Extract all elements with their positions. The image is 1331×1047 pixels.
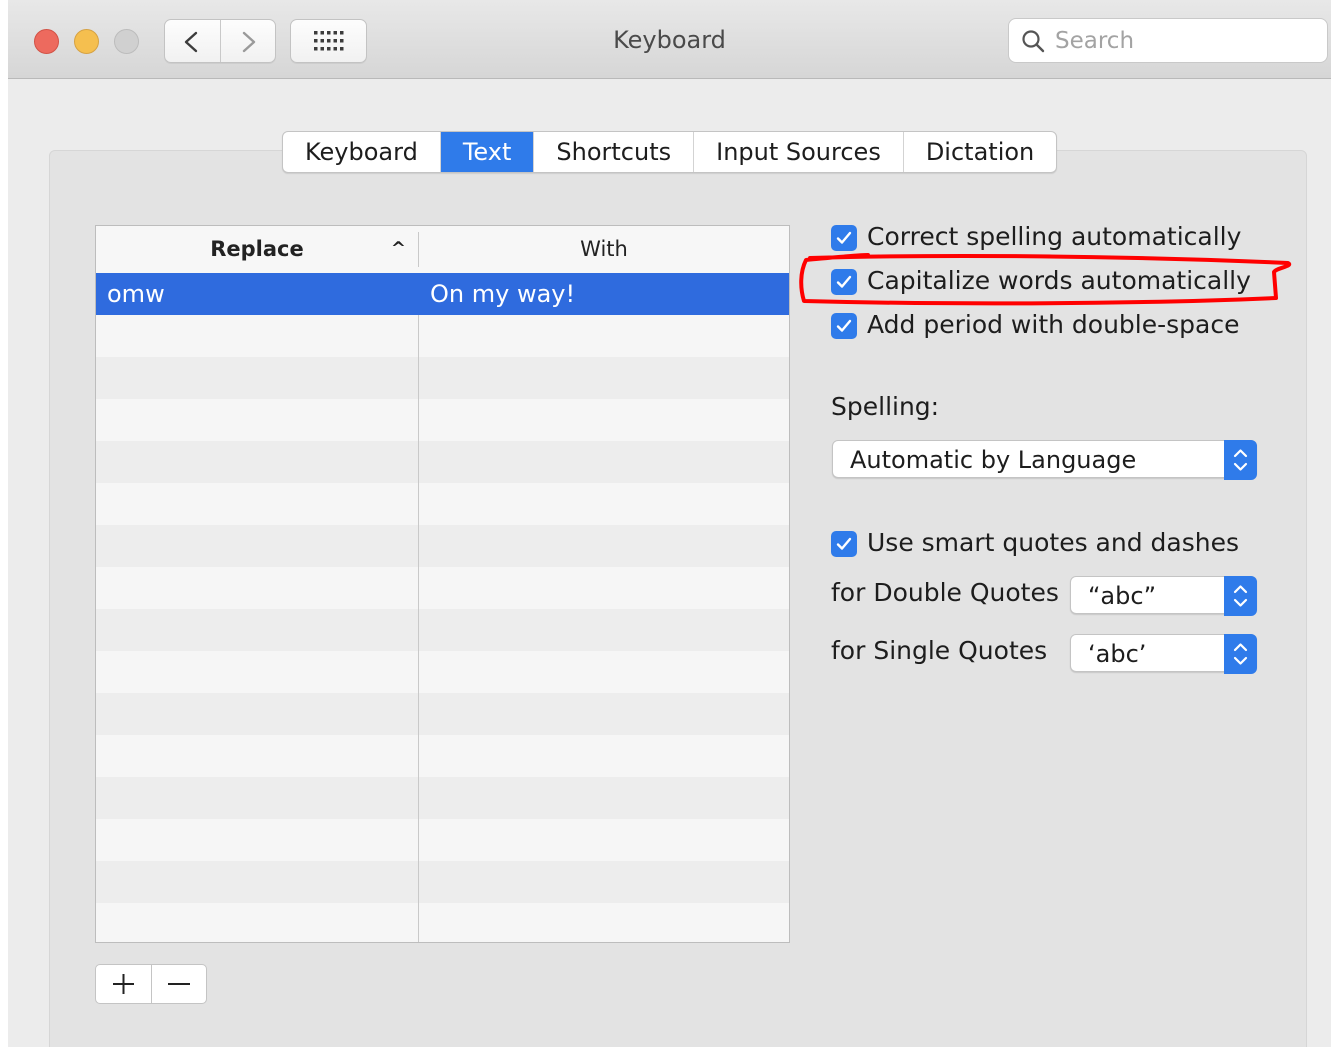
spelling-label: Spelling: [831,392,940,421]
single-quotes-popup[interactable]: ‘abc’ [1070,634,1257,674]
single-quotes-label: for Single Quotes [831,636,1048,665]
double-quotes-popup[interactable]: “abc” [1070,576,1257,616]
replace-cell: omw [107,280,165,308]
replace-column-header[interactable]: Replace ^ [96,226,418,273]
red-highlight-annotation [799,253,1292,306]
smart-quotes-checkbox[interactable] [831,531,857,557]
tab-input-sources[interactable]: Input Sources [694,132,904,172]
correct-spelling-checkbox[interactable] [831,225,857,251]
keyboard-preferences-window: Keyboard Keyboard Text Shortcuts Input S… [8,0,1331,1047]
add-remove-control [95,964,207,1004]
tab-bar: Keyboard Text Shortcuts Input Sources Di… [282,131,1058,173]
checkmark-icon [836,537,852,550]
with-cell: On my way! [430,280,576,308]
table-row[interactable]: omw On my way! [96,273,789,315]
tab-dictation[interactable]: Dictation [904,132,1056,172]
popup-arrows-icon [1224,440,1257,480]
spelling-value: Automatic by Language [850,446,1137,474]
spelling-popup[interactable]: Automatic by Language [832,440,1257,480]
sort-ascending-icon: ^ [390,238,406,259]
double-quotes-label: for Double Quotes [831,578,1059,607]
tab-keyboard[interactable]: Keyboard [283,132,441,172]
double-quotes-value: “abc” [1088,582,1157,610]
search-input[interactable] [1053,25,1317,57]
checkmark-icon [836,231,852,244]
tab-shortcuts[interactable]: Shortcuts [534,132,695,172]
search-field[interactable] [1008,18,1328,63]
with-column-header[interactable]: With [419,226,789,273]
smart-quotes-label[interactable]: Use smart quotes and dashes [867,528,1239,557]
checkmark-icon [836,319,852,332]
plus-icon [113,974,134,994]
single-quotes-value: ‘abc’ [1088,640,1147,668]
tab-text[interactable]: Text [440,132,535,172]
correct-spelling-label[interactable]: Correct spelling automatically [867,222,1241,251]
add-period-label[interactable]: Add period with double-space [867,310,1240,339]
remove-button[interactable] [152,965,207,1003]
minus-icon [168,983,190,985]
text-replacement-table[interactable]: Replace ^ With omw On my way! [95,225,790,943]
title-bar: Keyboard [8,0,1331,79]
add-period-checkbox[interactable] [831,313,857,339]
popup-arrows-icon [1224,576,1257,616]
table-header: Replace ^ With [96,226,789,274]
popup-arrows-icon [1224,634,1257,674]
add-button[interactable] [96,965,151,1003]
magnifier-icon [1022,30,1045,53]
